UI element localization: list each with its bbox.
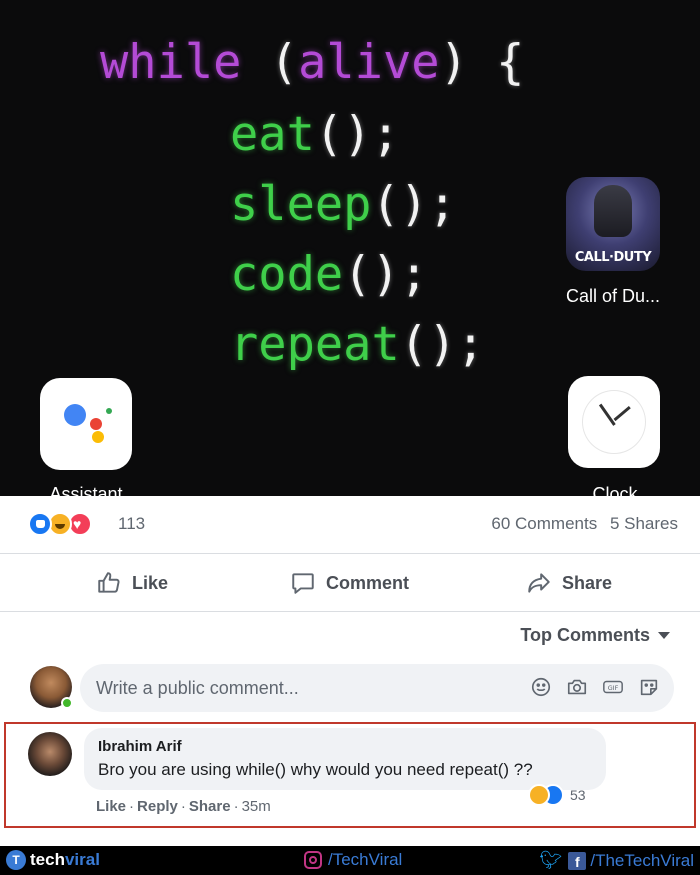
- like-reaction-icon: [28, 512, 52, 536]
- comment-bubble: Ibrahim Arif Bro you are using while() w…: [84, 728, 606, 790]
- clock-hand-minute: [598, 403, 616, 426]
- app-label-clock: Clock: [592, 484, 638, 496]
- facebook-icon: f: [568, 851, 587, 870]
- online-status-icon: [61, 697, 73, 709]
- social-handle-text: /TheTechViral: [590, 850, 694, 870]
- code-keyword: while: [100, 35, 242, 90]
- shares-count[interactable]: 5 Shares: [610, 514, 678, 533]
- code-call: ();: [343, 247, 429, 302]
- code-function: sleep: [230, 177, 372, 232]
- comment-like-link[interactable]: Like: [96, 798, 126, 815]
- app-label-assistant: Assistant: [49, 484, 123, 496]
- avatar[interactable]: [30, 666, 73, 709]
- thumbs-up-icon: [98, 572, 120, 593]
- instagram-icon: [304, 851, 322, 869]
- code-brace: ) {: [439, 35, 525, 90]
- emoji-icon[interactable]: [530, 676, 552, 698]
- code-function: code: [230, 247, 344, 302]
- code-paren: (: [241, 35, 299, 90]
- comment-button[interactable]: Comment: [290, 569, 409, 597]
- comment-sort-dropdown[interactable]: Top Comments: [520, 625, 670, 646]
- separator: ·: [129, 798, 135, 815]
- code-line-while: while (alive) {: [100, 28, 524, 98]
- comment-input-tools: GIF: [516, 676, 660, 698]
- app-label-call-of-duty: Call of Du...: [565, 286, 661, 306]
- techviral-logo: T tech viral: [6, 850, 100, 870]
- chevron-down-icon: [658, 632, 670, 639]
- call-of-duty-logo-text: CALL·DUTY: [574, 250, 652, 265]
- share-label: Share: [562, 572, 613, 593]
- code-call: ();: [371, 177, 457, 232]
- reaction-count[interactable]: 113: [118, 514, 145, 534]
- soldier-graphic: [594, 185, 632, 237]
- gif-icon[interactable]: GIF: [602, 676, 624, 698]
- code-line-repeat: repeat();: [230, 310, 485, 380]
- post-action-bar: Like Comment Share: [0, 555, 700, 612]
- watermark-bar: T tech viral /TechViral 🐦︎ f /TheTechVira…: [0, 846, 700, 875]
- post-stats-bar: 113 60 Comments 5 Shares: [0, 496, 700, 554]
- clock-hand-hour: [613, 405, 631, 422]
- comment-label: Comment: [326, 572, 410, 593]
- highlighted-comment: Ibrahim Arif Bro you are using while() w…: [4, 722, 696, 828]
- call-of-duty-icon[interactable]: CALL·DUTY: [566, 177, 660, 271]
- comment-timestamp[interactable]: 35m: [242, 798, 271, 815]
- write-comment-row: GIF: [0, 662, 700, 720]
- comment-actions: Like · Reply · Share · 35m: [96, 798, 271, 815]
- comment-text: Bro you are using while() why would you …: [98, 760, 533, 779]
- comments-count[interactable]: 60 Comments: [491, 514, 597, 533]
- share-button[interactable]: Share: [526, 569, 612, 597]
- separator: ·: [233, 798, 239, 815]
- code-function: eat: [230, 107, 315, 162]
- code-call: ();: [314, 107, 400, 162]
- comment-sort-label: Top Comments: [520, 625, 650, 645]
- clock-face: [582, 390, 646, 454]
- social-handle: 🐦︎ f /TheTechViral: [540, 850, 695, 871]
- instagram-handle-text: /TechViral: [328, 850, 403, 869]
- avatar[interactable]: [28, 732, 72, 776]
- assistant-dot-green: [106, 408, 112, 414]
- like-label: Like: [132, 572, 169, 593]
- phone-screenshot: while (alive) { eat(); sleep(); code(); …: [0, 0, 700, 496]
- comment-reaction-count: 53: [570, 787, 586, 803]
- assistant-dot-yellow: [92, 431, 104, 443]
- assistant-dot-red: [90, 418, 102, 430]
- code-condition: alive: [298, 35, 440, 90]
- code-line-eat: eat();: [230, 100, 400, 170]
- haha-reaction-icon: [528, 784, 550, 806]
- instagram-handle: /TechViral: [304, 850, 402, 870]
- camera-icon[interactable]: [566, 676, 588, 698]
- techviral-logo-icon: T: [6, 850, 26, 870]
- like-button[interactable]: Like: [96, 569, 168, 597]
- svg-text:GIF: GIF: [608, 684, 619, 692]
- comment-author[interactable]: Ibrahim Arif: [98, 738, 182, 755]
- comment-reply-link[interactable]: Reply: [137, 798, 178, 815]
- share-arrow-icon: [528, 573, 550, 593]
- comment-share-link[interactable]: Share: [189, 798, 231, 815]
- comment-reactions[interactable]: 53: [528, 784, 586, 806]
- clock-icon[interactable]: [568, 376, 660, 468]
- comment-bubble-icon: [292, 573, 314, 594]
- code-function: repeat: [230, 317, 400, 372]
- comments-shares-counts: 60 Comments 5 Shares: [491, 514, 678, 534]
- code-line-code: code();: [230, 240, 428, 310]
- separator: ·: [180, 798, 186, 815]
- twitter-icon: 🐦︎: [539, 850, 563, 870]
- assistant-dot-blue: [64, 404, 86, 426]
- google-assistant-icon[interactable]: [40, 378, 132, 470]
- brand-text-b: viral: [64, 850, 100, 869]
- brand-text-a: tech: [30, 850, 65, 869]
- sticker-icon[interactable]: [638, 676, 660, 698]
- code-call: ();: [399, 317, 485, 372]
- code-line-sleep: sleep();: [230, 170, 456, 240]
